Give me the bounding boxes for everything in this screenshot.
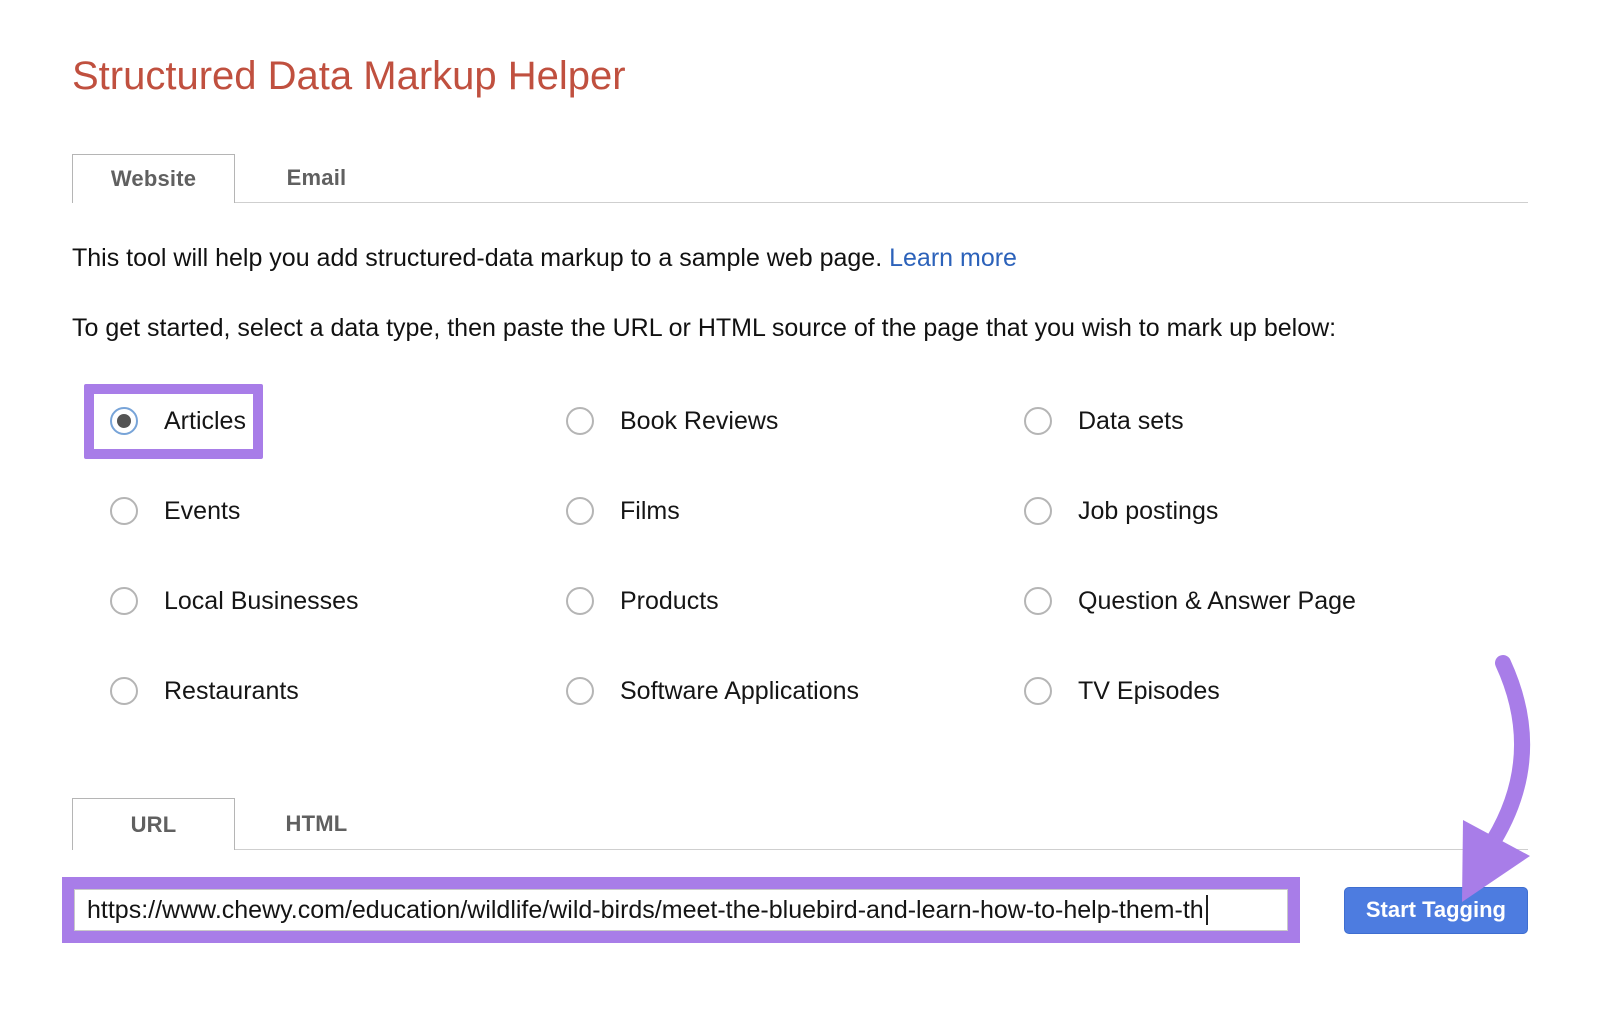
radio-icon[interactable] xyxy=(1024,587,1052,615)
data-type-option-tv-episodes[interactable]: TV Episodes xyxy=(998,654,1237,729)
intro-sentence: This tool will help you add structured-d… xyxy=(72,244,882,272)
radio-icon[interactable] xyxy=(1024,677,1052,705)
radio-icon[interactable] xyxy=(566,587,594,615)
option-label: Question & Answer Page xyxy=(1078,587,1356,616)
data-type-option-job-postings[interactable]: Job postings xyxy=(998,474,1235,549)
option-label: Films xyxy=(620,497,680,526)
radio-icon[interactable] xyxy=(566,497,594,525)
option-label: Events xyxy=(164,497,240,526)
option-label: Software Applications xyxy=(620,677,859,706)
start-tagging-button[interactable]: Start Tagging xyxy=(1344,887,1528,934)
data-type-option-restaurants[interactable]: Restaurants xyxy=(84,654,316,729)
tab-url[interactable]: URL xyxy=(72,798,235,850)
option-label: Articles xyxy=(164,407,246,436)
tab-html[interactable]: HTML xyxy=(235,798,398,849)
data-type-option-book-reviews[interactable]: Book Reviews xyxy=(540,384,795,459)
data-type-option-articles[interactable]: Articles xyxy=(84,384,263,459)
radio-icon[interactable] xyxy=(110,677,138,705)
url-highlight-annotation: https://www.chewy.com/education/wildlife… xyxy=(62,877,1300,943)
option-label: Products xyxy=(620,587,719,616)
structured-data-markup-helper-page: Structured Data Markup Helper Website Em… xyxy=(0,0,1600,1033)
radio-icon[interactable] xyxy=(1024,497,1052,525)
tab-email[interactable]: Email xyxy=(235,154,398,202)
data-type-option-data-sets[interactable]: Data sets xyxy=(998,384,1201,459)
data-type-option-events[interactable]: Events xyxy=(84,474,257,549)
text-cursor xyxy=(1206,895,1208,925)
url-input[interactable]: https://www.chewy.com/education/wildlife… xyxy=(74,889,1288,931)
radio-icon[interactable] xyxy=(110,497,138,525)
learn-more-link[interactable]: Learn more xyxy=(889,244,1017,272)
option-label: Book Reviews xyxy=(620,407,778,436)
instruction-text: To get started, select a data type, then… xyxy=(72,313,1528,343)
option-label: Job postings xyxy=(1078,497,1218,526)
radio-icon[interactable] xyxy=(110,587,138,615)
option-label: TV Episodes xyxy=(1078,677,1220,706)
data-type-option-software-applications[interactable]: Software Applications xyxy=(540,654,876,729)
url-entry-row: https://www.chewy.com/education/wildlife… xyxy=(72,877,1528,943)
top-tab-bar: Website Email xyxy=(72,154,1528,203)
radio-icon[interactable] xyxy=(1024,407,1052,435)
data-type-option-films[interactable]: Films xyxy=(540,474,697,549)
option-label: Restaurants xyxy=(164,677,299,706)
data-type-option-products[interactable]: Products xyxy=(540,564,736,639)
radio-selected-icon[interactable] xyxy=(110,407,138,435)
option-label: Local Businesses xyxy=(164,587,359,616)
source-tab-bar: URL HTML xyxy=(72,798,1528,850)
data-type-option-question-answer-page[interactable]: Question & Answer Page xyxy=(998,564,1373,639)
data-type-option-local-businesses[interactable]: Local Businesses xyxy=(84,564,376,639)
radio-icon[interactable] xyxy=(566,677,594,705)
radio-icon[interactable] xyxy=(566,407,594,435)
page-title: Structured Data Markup Helper xyxy=(72,54,1528,98)
option-label: Data sets xyxy=(1078,407,1184,436)
tab-website[interactable]: Website xyxy=(72,154,235,203)
intro-text: This tool will help you add structured-d… xyxy=(72,243,1528,273)
url-input-value: https://www.chewy.com/education/wildlife… xyxy=(87,896,1204,925)
data-type-options: Articles Events Local Businesses Restaur… xyxy=(72,376,1528,736)
